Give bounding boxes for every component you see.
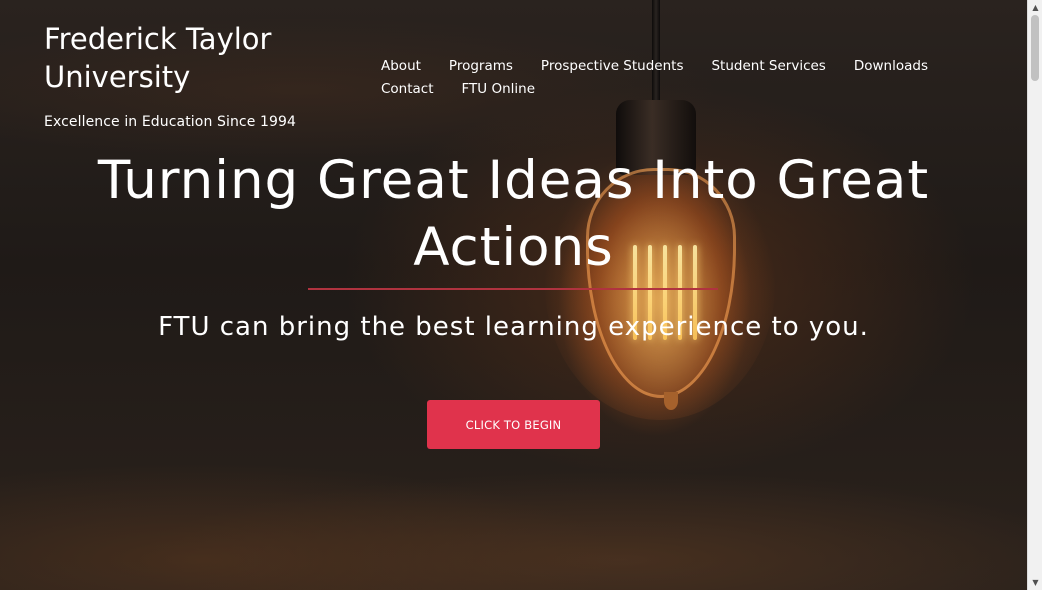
nav-item-student-services: Student Services bbox=[711, 57, 825, 80]
nav-item-programs: Programs bbox=[449, 57, 513, 80]
nav-link-prospective-students[interactable]: Prospective Students bbox=[541, 58, 684, 74]
hero-divider bbox=[308, 288, 718, 290]
site-tagline: Excellence in Education Since 1994 bbox=[44, 114, 297, 130]
nav-link-downloads[interactable]: Downloads bbox=[854, 58, 928, 74]
click-to-begin-button[interactable]: CLICK TO BEGIN bbox=[427, 400, 600, 449]
scroll-up-arrow-icon[interactable]: ▲ bbox=[1028, 0, 1042, 15]
nav-item-prospective-students: Prospective Students bbox=[541, 57, 684, 80]
hero-subtitle: FTU can bring the best learning experien… bbox=[158, 312, 869, 342]
nav-link-about[interactable]: About bbox=[381, 58, 421, 74]
site-title[interactable]: Frederick Taylor University bbox=[44, 20, 344, 96]
nav-link-student-services[interactable]: Student Services bbox=[711, 58, 825, 74]
hero-title: Turning Great Ideas Into Great Actions bbox=[97, 150, 930, 278]
scroll-down-arrow-icon[interactable]: ▼ bbox=[1028, 575, 1042, 590]
nav-link-contact[interactable]: Contact bbox=[381, 81, 434, 97]
nav-item-contact: Contact bbox=[381, 80, 434, 103]
nav-item-downloads: Downloads bbox=[854, 57, 928, 80]
site-branding: Frederick Taylor University Excellence i… bbox=[44, 20, 344, 130]
nav-item-about: About bbox=[381, 57, 421, 80]
light-bulb-tip bbox=[664, 392, 678, 410]
vertical-scrollbar[interactable]: ▲ ▼ bbox=[1027, 0, 1042, 590]
nav-link-programs[interactable]: Programs bbox=[449, 58, 513, 74]
hero-section: Frederick Taylor University Excellence i… bbox=[0, 0, 1027, 590]
nav-menu: About Programs Prospective Students Stud… bbox=[381, 57, 981, 103]
nav-item-ftu-online: FTU Online bbox=[462, 80, 536, 103]
nav-link-ftu-online[interactable]: FTU Online bbox=[462, 81, 536, 97]
main-navigation: About Programs Prospective Students Stud… bbox=[381, 57, 981, 103]
scrollbar-thumb[interactable] bbox=[1031, 15, 1039, 81]
